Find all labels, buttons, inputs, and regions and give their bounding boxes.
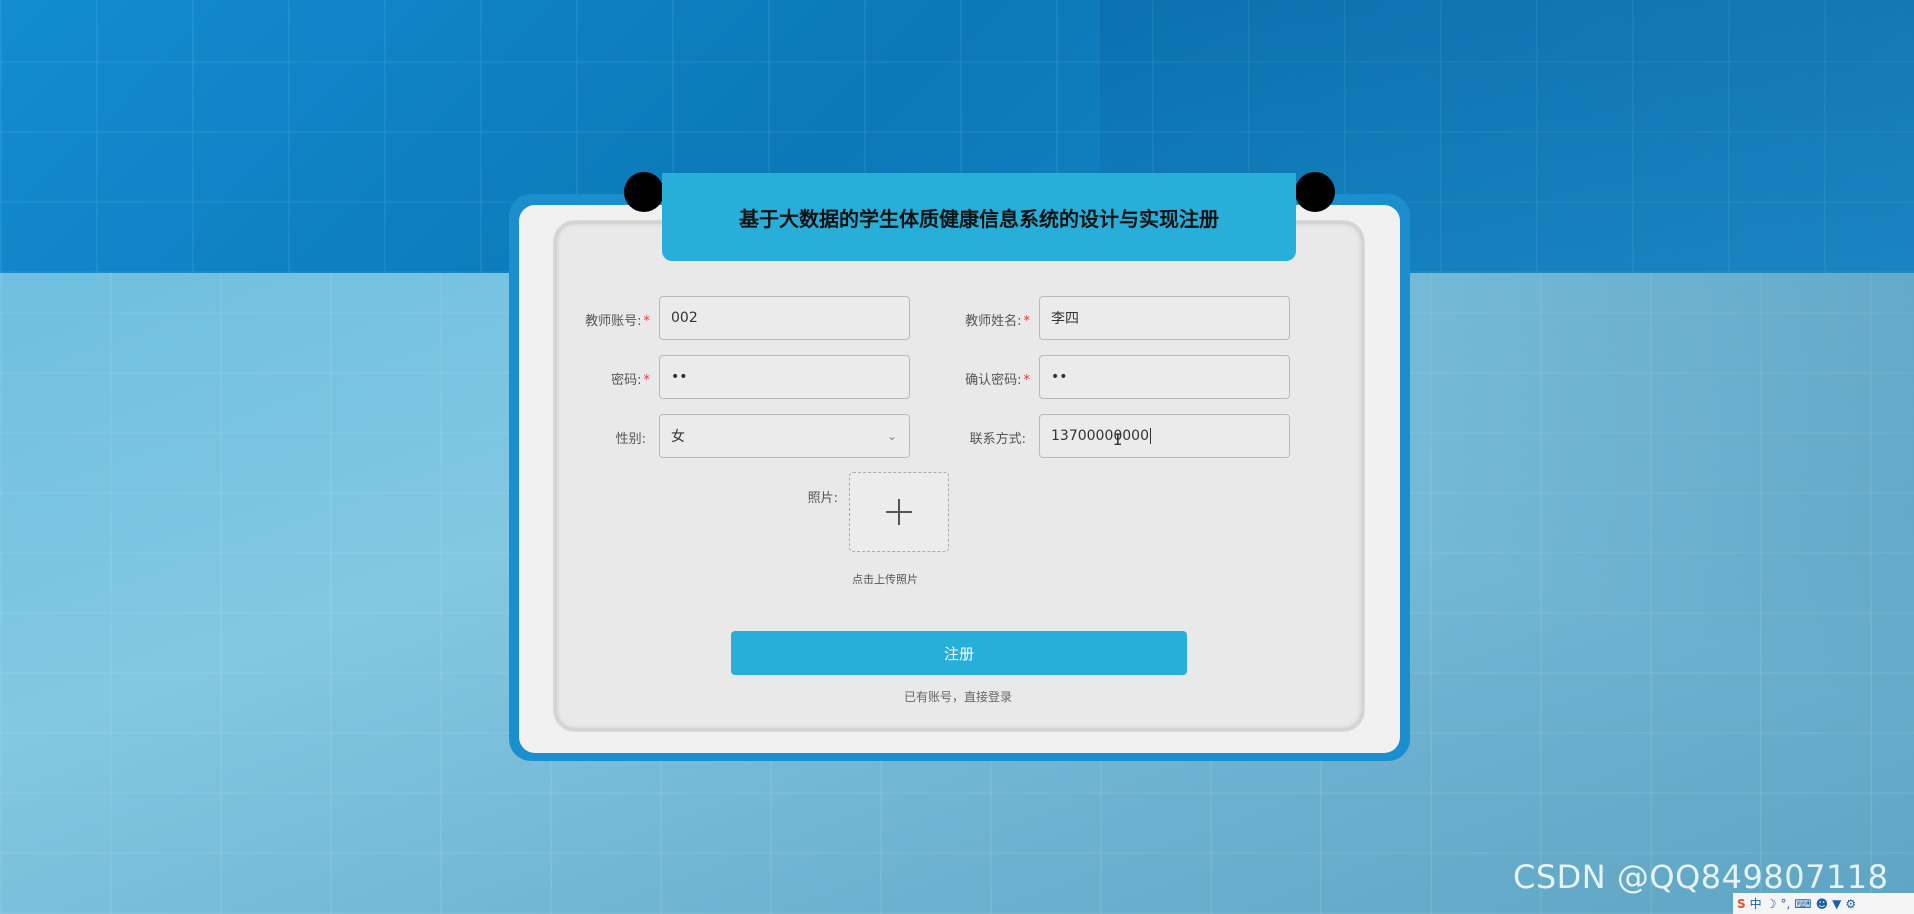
contact-value: 13700000000 xyxy=(1051,428,1149,444)
moon-icon[interactable]: ☽ xyxy=(1766,897,1777,911)
name-value: 李四 xyxy=(1051,311,1079,327)
account-label-text: 教师账号: xyxy=(585,314,642,329)
chevron-down-icon: ⌄ xyxy=(886,429,897,443)
required-mark: * xyxy=(643,373,651,388)
required-mark: * xyxy=(1023,314,1031,329)
required-mark: * xyxy=(643,314,651,329)
ime-mode[interactable]: 中 xyxy=(1750,895,1762,912)
binder-ring-left xyxy=(624,172,664,212)
account-value: 002 xyxy=(671,310,698,326)
photo-label: 照片: xyxy=(728,487,838,506)
page-title: 基于大数据的学生体质健康信息系统的设计与实现注册 xyxy=(739,206,1219,231)
watermark: CSDN @QQ849807118 xyxy=(1513,858,1889,896)
text-cursor-icon: I xyxy=(1113,430,1123,449)
confirm-password-input[interactable]: •• xyxy=(1039,355,1290,399)
password-value: •• xyxy=(671,369,688,385)
gender-label: 性别: xyxy=(536,428,646,447)
password-input[interactable]: •• xyxy=(659,355,910,399)
name-label-text: 教师姓名: xyxy=(965,314,1022,329)
gender-select[interactable]: 女 ⌄ xyxy=(659,414,910,458)
ime-tray: S 中 ☽ °, ⌨ ☻ ▼ ⚙ xyxy=(1733,893,1914,914)
account-label: 教师账号: * xyxy=(540,310,650,329)
confirm-password-label-text: 确认密码: xyxy=(965,373,1022,388)
contact-label-text: 联系方式: xyxy=(969,432,1026,447)
name-input[interactable]: 李四 xyxy=(1039,296,1290,340)
photo-label-text: 照片: xyxy=(807,491,838,506)
text-caret xyxy=(1149,428,1151,444)
password-label-text: 密码: xyxy=(611,373,642,388)
wrench-icon[interactable]: ⚙ xyxy=(1845,897,1856,911)
confirm-password-label: 确认密码: * xyxy=(920,369,1030,388)
gender-value: 女 xyxy=(671,429,685,445)
plus-icon xyxy=(886,499,912,525)
keyboard-icon[interactable]: ⌨ xyxy=(1794,897,1811,911)
password-label: 密码: * xyxy=(540,369,650,388)
login-link[interactable]: 已有账号，直接登录 xyxy=(858,688,1058,705)
contact-label: 联系方式: xyxy=(916,428,1026,447)
confirm-password-value: •• xyxy=(1051,369,1068,385)
required-mark: * xyxy=(1023,373,1031,388)
shirt-icon[interactable]: ▼ xyxy=(1832,897,1841,911)
upload-hint: 点击上传照片 xyxy=(852,573,918,586)
user-icon[interactable]: ☻ xyxy=(1816,897,1829,911)
gender-label-text: 性别: xyxy=(615,432,646,447)
title-banner: 基于大数据的学生体质健康信息系统的设计与实现注册 xyxy=(662,173,1296,261)
binder-ring-right xyxy=(1295,172,1335,212)
register-button[interactable]: 注册 xyxy=(731,631,1187,675)
account-input[interactable]: 002 xyxy=(659,296,910,340)
name-label: 教师姓名: * xyxy=(920,310,1030,329)
sogou-logo-icon[interactable]: S xyxy=(1737,897,1746,911)
photo-upload[interactable] xyxy=(849,472,949,552)
contact-input[interactable]: 13700000000 xyxy=(1039,414,1290,458)
punctuation-icon[interactable]: °, xyxy=(1780,897,1790,911)
